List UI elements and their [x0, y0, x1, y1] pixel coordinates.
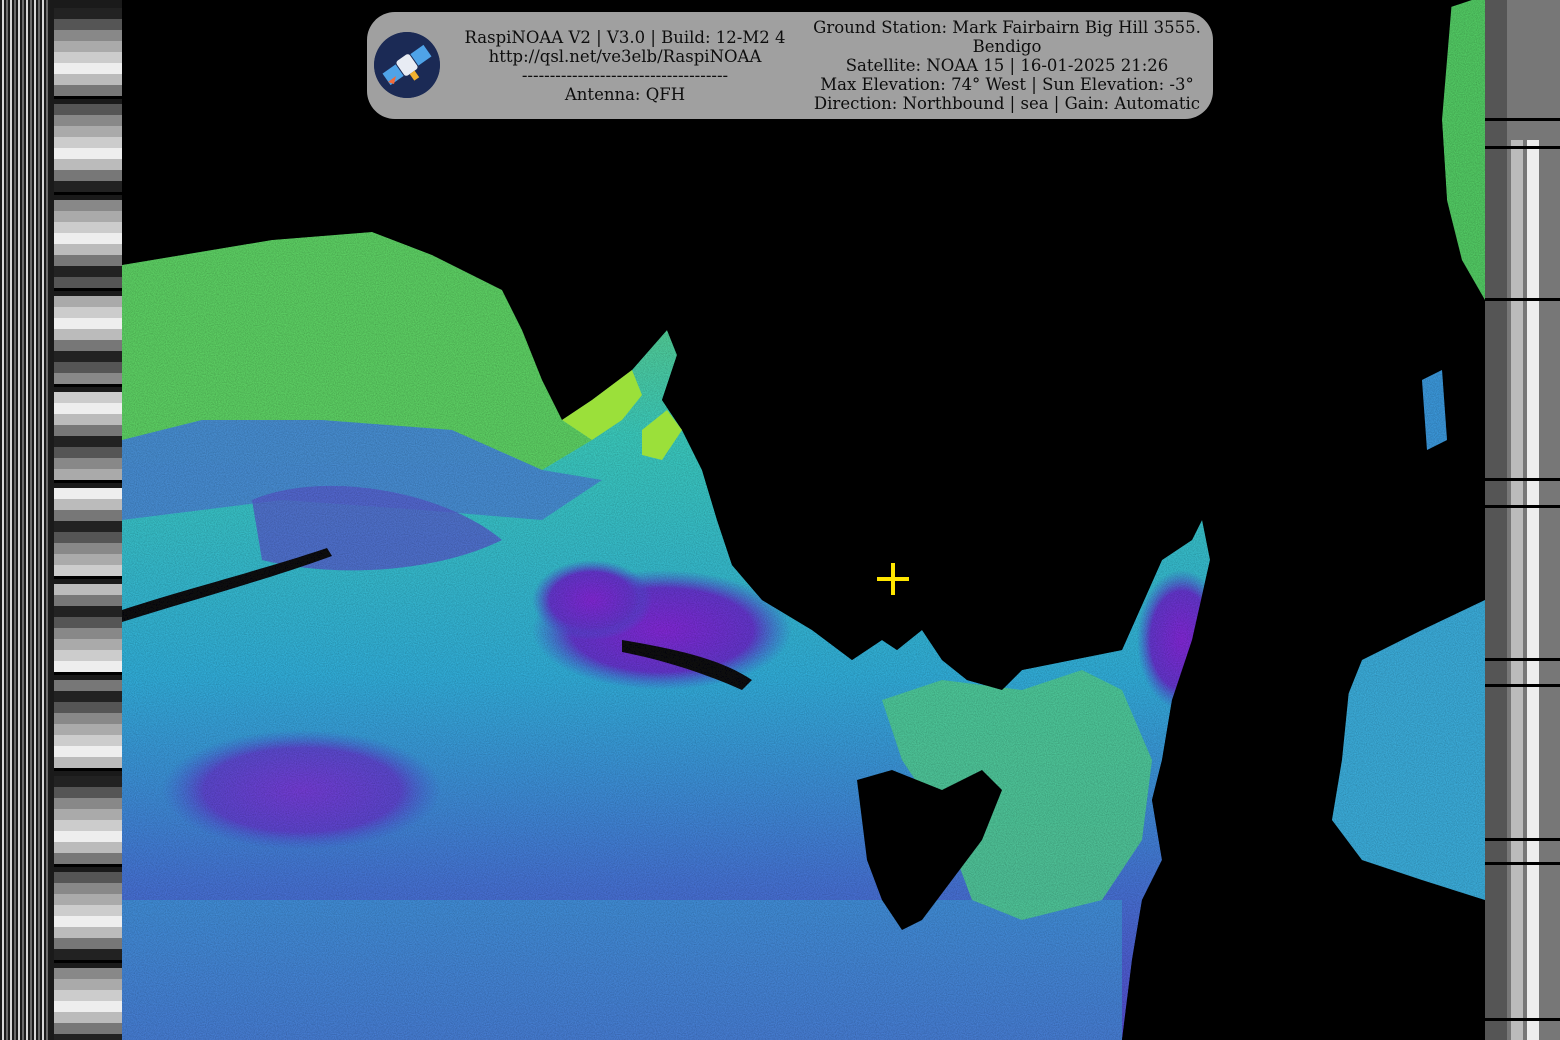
- header-pass-info: Ground Station: Mark Fairbairn Big Hill …: [807, 18, 1207, 113]
- software-version: RaspiNOAA V2 | V3.0 | Build: 12-M2 4: [464, 28, 786, 47]
- ground-station: Ground Station: Mark Fairbairn Big Hill …: [813, 18, 1201, 37]
- antenna-info: Antenna: QFH: [564, 85, 686, 104]
- satellite-icon: [374, 32, 440, 98]
- telemetry-bars-right: [1485, 0, 1560, 1040]
- satellite-datetime: Satellite: NOAA 15 | 16-01-2025 21:26: [845, 56, 1169, 75]
- header-info-panel: RaspiNOAA V2 | V3.0 | Build: 12-M2 4 htt…: [367, 12, 1213, 119]
- satellite-image-viewer: RaspiNOAA V2 | V3.0 | Build: 12-M2 4 htt…: [0, 0, 1560, 1040]
- elevation-info: Max Elevation: 74° West | Sun Elevation:…: [820, 75, 1194, 94]
- project-url: http://qsl.net/ve3elb/RaspiNOAA: [488, 47, 762, 66]
- satellite-imagery: [122, 0, 1485, 1040]
- direction-gain-info: Direction: Northbound | sea | Gain: Auto…: [813, 94, 1201, 113]
- ground-station-location: Bendigo: [972, 37, 1042, 56]
- telemetry-bars-left: [0, 0, 122, 1040]
- separator-line: -------------------------------------: [521, 66, 729, 85]
- header-software-info: RaspiNOAA V2 | V3.0 | Build: 12-M2 4 htt…: [455, 28, 795, 104]
- ground-station-crosshair: [877, 563, 909, 595]
